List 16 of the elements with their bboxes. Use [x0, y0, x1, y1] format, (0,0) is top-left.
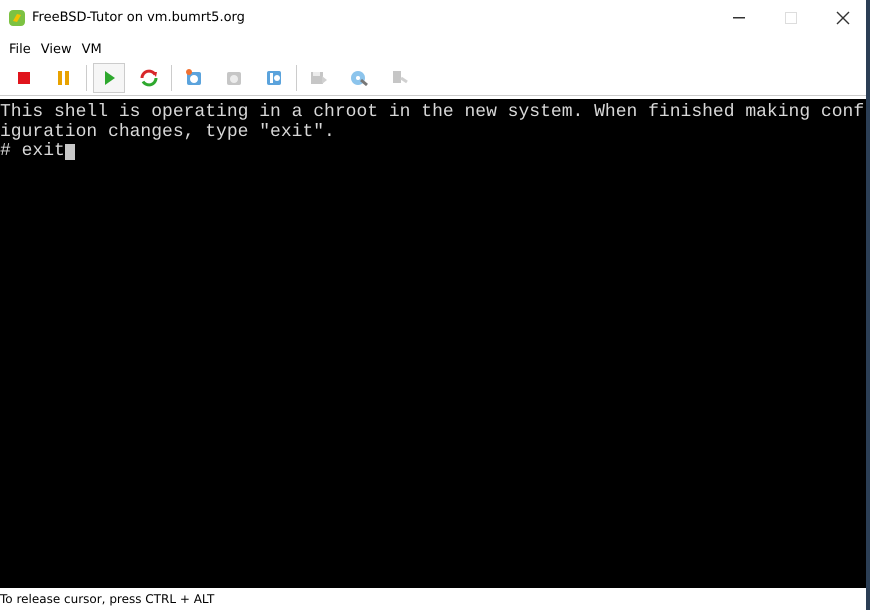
- console-line: # exit: [0, 142, 65, 162]
- play-button[interactable]: [93, 63, 125, 93]
- menu-item[interactable]: VM: [76, 42, 107, 56]
- window-title: FreeBSD-Tutor on vm.bumrt5.org: [32, 10, 246, 25]
- console-line: This shell is operating in a chroot in the new system. When finished making conf: [0, 103, 864, 122]
- console-line: iguration changes, type "exit".: [0, 122, 335, 142]
- maximize-icon: [785, 12, 797, 24]
- close-icon: [836, 10, 850, 24]
- console-screen[interactable]: This shell is operating in a chroot in the new system. When finished making conf iguration changes, type "exit". # exit: [0, 99, 866, 588]
- minimize-icon: [733, 16, 745, 18]
- app-logo-icon: [8, 8, 26, 26]
- menu-item[interactable]: File: [4, 42, 36, 56]
- status-text: To release cursor, press CTRL + ALT: [0, 592, 214, 606]
- menu-item[interactable]: View: [36, 42, 77, 56]
- circular-arrows-icon: [139, 68, 159, 88]
- disc-icon: [349, 68, 369, 88]
